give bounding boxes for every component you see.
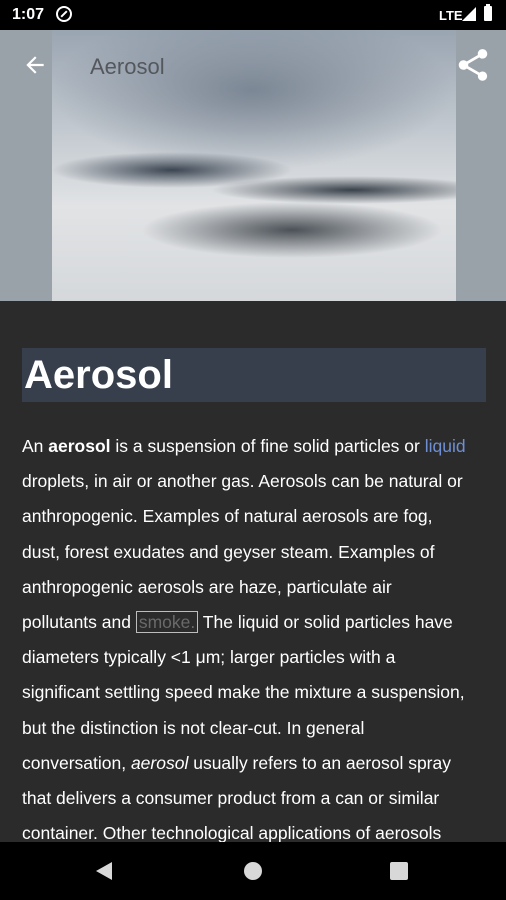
paragraph-line: conversation, aerosol usually refers to … xyxy=(22,746,492,781)
circle-home-icon[interactable] xyxy=(244,862,262,880)
arrow-back-icon[interactable] xyxy=(22,52,48,78)
network-type: LTE xyxy=(439,8,463,23)
liquid-link[interactable]: liquid xyxy=(425,436,466,456)
signal-icon xyxy=(462,7,476,21)
article-heading: Aerosol xyxy=(22,348,486,402)
paragraph-line: but the distinction is not clear-cut. In… xyxy=(22,717,365,738)
paragraph-line: dust, forest exudates and geyser steam. … xyxy=(22,541,435,562)
paragraph-line: that delivers a consumer product from a … xyxy=(22,788,440,809)
text-span: An xyxy=(22,436,49,456)
paragraph-line: An aerosol is a suspension of fine solid… xyxy=(22,429,492,464)
share-icon[interactable] xyxy=(454,46,492,84)
text-span: The liquid or solid particles have xyxy=(198,612,453,633)
article-paragraph: An aerosol is a suspension of fine solid… xyxy=(22,429,492,842)
paragraph-line: pollutants and smoke. The liquid or soli… xyxy=(22,605,492,640)
status-time: 1:07 xyxy=(12,6,45,23)
toolbar-title: Aerosol xyxy=(90,54,165,79)
battery-icon xyxy=(484,4,492,21)
triangle-back-icon[interactable] xyxy=(96,862,112,880)
paragraph-line: significant settling speed make the mixt… xyxy=(22,682,465,703)
toolbar: Aerosol xyxy=(0,30,506,102)
paragraph-line: droplets, in air or another gas. Aerosol… xyxy=(22,471,463,492)
paragraph-line: anthropogenic aerosols are haze, particu… xyxy=(22,576,392,597)
text-span: is a suspension of fine solid particles … xyxy=(110,436,425,456)
status-bar: 1:07 LTE xyxy=(0,0,506,30)
smoke-link-focused[interactable]: smoke. xyxy=(135,611,199,634)
article-content: Aerosol An aerosol is a suspension of fi… xyxy=(0,301,506,842)
paragraph-line: container. Other technological applicati… xyxy=(22,823,442,842)
text-span: conversation, xyxy=(22,752,131,773)
paragraph-line: anthropogenic. Examples of natural aeros… xyxy=(22,506,433,527)
text-span: usually refers to an aerosol spray xyxy=(188,752,451,773)
square-recents-icon[interactable] xyxy=(390,862,408,880)
do-not-disturb-icon xyxy=(56,6,72,22)
system-nav-bar xyxy=(0,842,506,900)
italic-term: aerosol xyxy=(130,752,189,773)
paragraph-line: diameters typically <1 μm; larger partic… xyxy=(22,647,396,668)
bold-term: aerosol xyxy=(48,436,111,456)
text-span: pollutants and xyxy=(22,612,136,633)
